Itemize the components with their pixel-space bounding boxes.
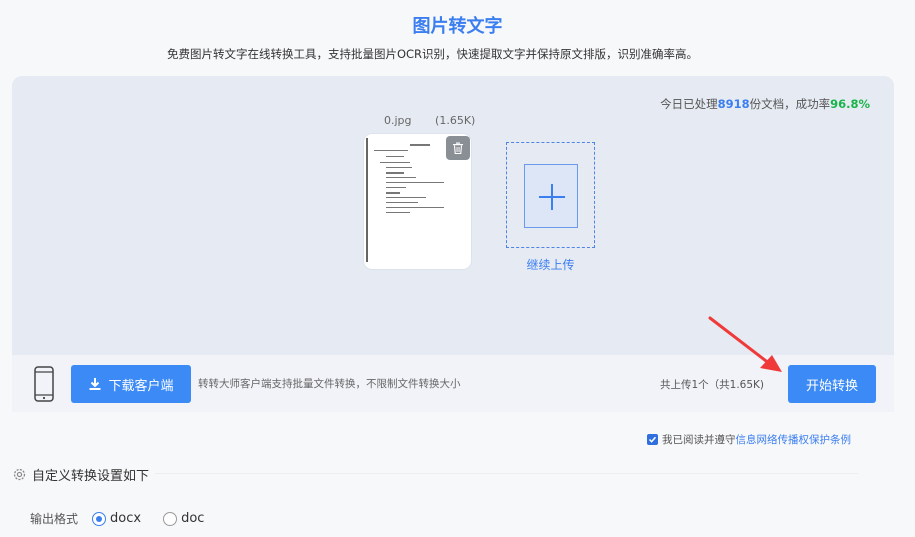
trash-icon (453, 142, 463, 155)
checkmark-icon (648, 436, 657, 443)
stats-rate: 96.8% (830, 97, 870, 111)
red-arrow-annotation (708, 316, 782, 372)
agreement-link[interactable]: 信息网络传播权保护条例 (736, 434, 852, 446)
gear-icon (13, 468, 26, 481)
download-client-button[interactable]: 下载客户端 (71, 365, 191, 403)
agreement-checkbox[interactable] (647, 434, 658, 445)
file-name: 0.jpg (384, 114, 412, 127)
settings-title: 自定义转换设置如下 (32, 469, 150, 484)
download-icon (89, 378, 101, 390)
upload-count: 共上传1个（共1.65K) (659, 379, 764, 391)
format-doc-label: doc (181, 511, 205, 526)
stats-middle: 份文档，成功率 (749, 97, 831, 111)
continue-upload-box[interactable] (506, 142, 595, 248)
output-format-row: 输出格式 docx doc (30, 510, 204, 527)
settings-header: 自定义转换设置如下 (12, 465, 156, 484)
client-tip: 转转大师客户端支持批量文件转换，不限制文件转换大小 (198, 378, 461, 390)
phone-icon (34, 366, 54, 402)
format-option-docx[interactable]: docx (92, 511, 141, 526)
stats-count: 8918 (717, 97, 750, 111)
start-convert-button[interactable]: 开始转换 (788, 365, 876, 403)
radio-doc[interactable] (163, 511, 178, 526)
continue-upload-label[interactable]: 继续上传 (506, 256, 595, 273)
processing-stats: 今日已处理8918份文档，成功率96.8% (660, 96, 870, 112)
format-docx-label: docx (110, 511, 142, 526)
agreement-row: 我已阅读并遵守信息网络传播权保护条例 (647, 432, 851, 447)
agreement-text: 我已阅读并遵守 (662, 434, 736, 446)
file-size: (1.65K) (435, 114, 476, 127)
radio-docx[interactable] (92, 511, 107, 526)
page-subtitle: 免费图片转文字在线转换工具，支持批量图片OCR识别，快速提取文字并保持原文排版，… (166, 47, 699, 61)
download-client-label: 下载客户端 (108, 378, 174, 394)
page-title: 图片转文字 (412, 16, 503, 37)
format-option-doc[interactable]: doc (163, 511, 204, 526)
output-format-label: 输出格式 (30, 512, 79, 526)
file-meta: 0.jpg (1.65K) (384, 114, 475, 127)
stats-prefix: 今日已处理 (660, 97, 718, 111)
plus-icon (524, 164, 578, 228)
delete-file-button[interactable] (446, 136, 470, 160)
thumbnail-edge (366, 138, 368, 262)
